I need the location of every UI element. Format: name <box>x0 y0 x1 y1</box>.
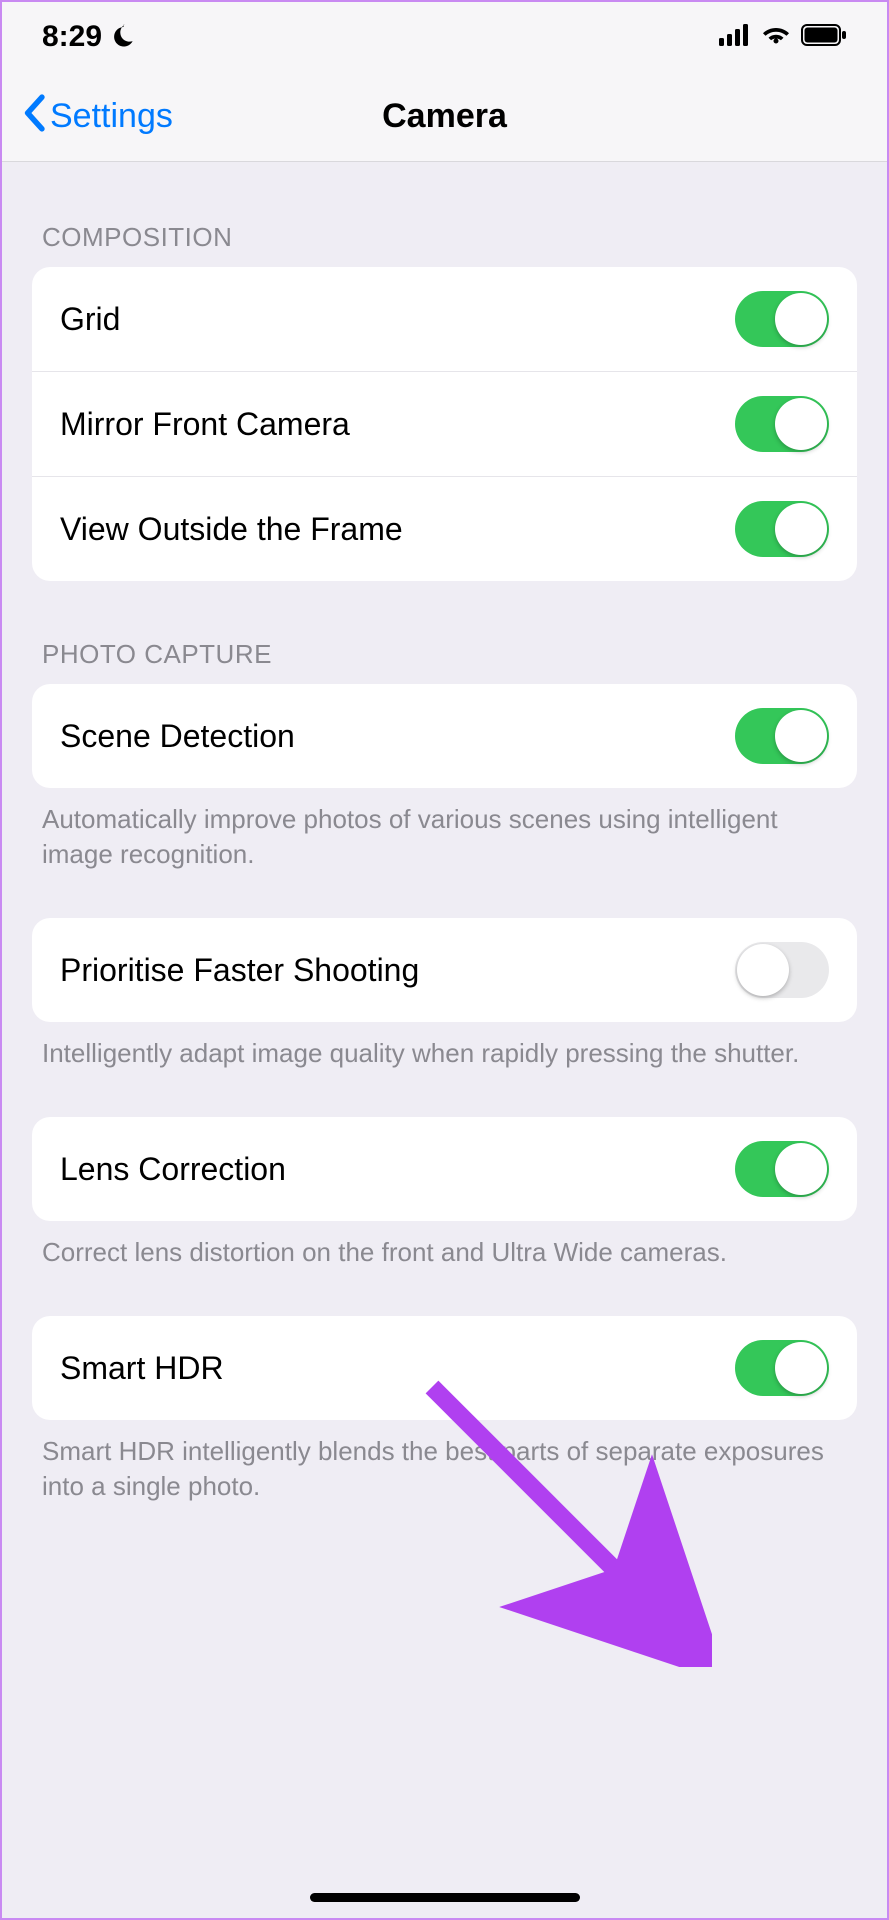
smart-hdr-cell: Smart HDR <box>32 1316 857 1420</box>
battery-icon <box>801 24 847 51</box>
lens-correction-footer: Correct lens distortion on the front and… <box>2 1221 887 1270</box>
status-left: 8:29 <box>42 20 136 54</box>
prioritise-faster-cell: Prioritise Faster Shooting <box>32 918 857 1022</box>
home-indicator[interactable] <box>310 1893 580 1902</box>
composition-group: Grid Mirror Front Camera View Outside th… <box>32 267 857 581</box>
scene-detection-footer: Automatically improve photos of various … <box>2 788 887 872</box>
nav-bar: Settings Camera <box>2 72 887 162</box>
back-label: Settings <box>50 97 173 136</box>
content: COMPOSITION Grid Mirror Front Camera Vie… <box>2 162 887 1505</box>
lens-correction-toggle[interactable] <box>735 1141 829 1197</box>
lens-correction-cell: Lens Correction <box>32 1117 857 1221</box>
scene-detection-toggle[interactable] <box>735 708 829 764</box>
cellular-icon <box>719 24 751 51</box>
smart-hdr-label: Smart HDR <box>60 1350 224 1387</box>
view-outside-frame-toggle[interactable] <box>735 501 829 557</box>
chevron-left-icon <box>22 94 46 140</box>
lens-correction-group: Lens Correction <box>32 1117 857 1221</box>
prioritise-faster-label: Prioritise Faster Shooting <box>60 952 419 989</box>
status-right <box>719 24 847 51</box>
status-bar: 8:29 <box>2 2 887 72</box>
scene-detection-group: Scene Detection <box>32 684 857 788</box>
grid-label: Grid <box>60 301 120 338</box>
scene-detection-cell: Scene Detection <box>32 684 857 788</box>
status-time: 8:29 <box>42 20 102 54</box>
scene-detection-label: Scene Detection <box>60 718 295 755</box>
prioritise-faster-toggle[interactable] <box>735 942 829 998</box>
page-title: Camera <box>382 97 507 136</box>
view-outside-frame-label: View Outside the Frame <box>60 511 403 548</box>
do-not-disturb-icon <box>110 22 136 56</box>
section-header-composition: COMPOSITION <box>2 162 887 267</box>
smart-hdr-group: Smart HDR <box>32 1316 857 1420</box>
smart-hdr-footer: Smart HDR intelligently blends the best … <box>2 1420 887 1504</box>
view-outside-frame-cell: View Outside the Frame <box>32 476 857 581</box>
smart-hdr-toggle[interactable] <box>735 1340 829 1396</box>
mirror-front-camera-cell: Mirror Front Camera <box>32 371 857 476</box>
section-header-photo-capture: PHOTO CAPTURE <box>2 581 887 684</box>
prioritise-faster-group: Prioritise Faster Shooting <box>32 918 857 1022</box>
grid-cell: Grid <box>32 267 857 371</box>
back-button[interactable]: Settings <box>22 94 173 140</box>
wifi-icon <box>761 24 791 51</box>
lens-correction-label: Lens Correction <box>60 1151 286 1188</box>
mirror-front-camera-toggle[interactable] <box>735 396 829 452</box>
mirror-front-camera-label: Mirror Front Camera <box>60 406 350 443</box>
grid-toggle[interactable] <box>735 291 829 347</box>
prioritise-faster-footer: Intelligently adapt image quality when r… <box>2 1022 887 1071</box>
